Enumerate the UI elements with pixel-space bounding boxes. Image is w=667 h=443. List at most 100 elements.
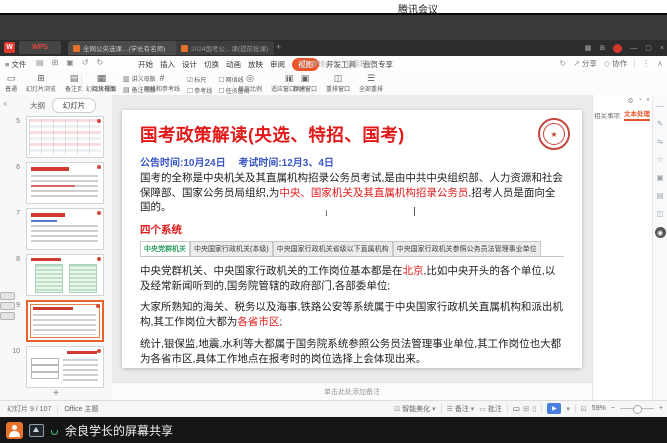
close-icon[interactable]: × — [660, 45, 664, 52]
strip-compare-icon[interactable]: ≒ — [657, 137, 663, 146]
zoom-slider[interactable] — [620, 408, 654, 409]
strip-columns-icon[interactable]: ◫ — [656, 209, 663, 218]
zoom-in-button[interactable]: + — [659, 405, 663, 412]
system-tab-1-selected[interactable]: 中央党群机关 — [140, 241, 190, 256]
strip-active-tool-icon[interactable]: ◉ — [655, 227, 666, 238]
slide-sorter-button[interactable]: ⊞幻灯片浏览 — [24, 72, 58, 94]
slide-paragraph-1: 中央党群机关、中央国家行政机关的工作岗位基本都是在北京,比如中央开头的各个单位,… — [140, 264, 564, 293]
menu-animation[interactable]: 动画 — [226, 59, 241, 70]
restore-icon[interactable]: ▢ — [645, 44, 652, 52]
comments-button[interactable]: ▭ 批注 — [479, 404, 502, 414]
task-pane-tab-text-selected[interactable]: 文本处理 — [624, 108, 650, 121]
file-menu-button[interactable]: ≡ 文件 — [5, 59, 26, 70]
minimize-icon[interactable]: — — [630, 45, 637, 52]
guides-checkbox[interactable]: ☐参考线 — [187, 86, 212, 95]
slide-meta-line: 公告时间:10月24日 考试时间:12月3、4日 — [140, 154, 564, 169]
zoom-out-button[interactable]: − — [611, 405, 615, 412]
panel-collapse-icon[interactable]: « — [3, 99, 7, 108]
menu-slideshow[interactable]: 放映 — [248, 59, 263, 70]
collab-button[interactable]: ◇ 协作 — [604, 58, 627, 69]
menu-transition[interactable]: 切换 — [204, 59, 219, 70]
document-tab-2[interactable]: 2024国考公…课(提前批课) — [176, 41, 274, 55]
ibeam-cursor: I — [325, 209, 328, 218]
wps-logo-icon[interactable]: W — [4, 42, 15, 53]
strip-collapse-icon[interactable]: — — [656, 101, 664, 110]
slide-thumbnail-6[interactable] — [26, 162, 104, 204]
reading-view-icon[interactable]: ▯ — [532, 404, 536, 413]
menu-insert[interactable]: 插入 — [160, 59, 175, 70]
strip-notes-icon[interactable]: ▤ — [656, 191, 663, 200]
chevron-down-icon[interactable]: ▾ — [566, 405, 570, 413]
task-pane — [592, 95, 653, 400]
menu-start[interactable]: 开始 — [138, 59, 153, 70]
text-run-highlight: 各省市区 — [237, 316, 279, 328]
menu-design[interactable]: 设计 — [182, 59, 197, 70]
layout-grid-icon[interactable]: ⊞ — [599, 44, 605, 52]
save-icon[interactable]: ▤ — [36, 58, 44, 67]
menu-review[interactable]: 审阅 — [270, 59, 285, 70]
thumbnail-row: 9 — [0, 300, 112, 344]
close-icon[interactable]: × — [646, 97, 650, 105]
thumbnail-row: 7 — [0, 208, 112, 252]
layout-split-icon[interactable]: ▦ — [585, 44, 592, 52]
print-icon[interactable]: ▣ — [66, 58, 74, 67]
ruler-checkbox[interactable]: ☑标尺 — [187, 75, 212, 84]
normal-view-icon: ▭ — [7, 73, 16, 83]
new-tab-button[interactable]: + — [276, 42, 281, 52]
system-tab-3[interactable]: 中央国家行政机关省级以下直属机构 — [273, 241, 393, 256]
share-button[interactable]: ↗ 分享 — [573, 58, 597, 69]
slide-thumbnail-7[interactable] — [26, 208, 104, 250]
document-tab-1[interactable]: 全网公央选课…(学长有名师) — [68, 41, 178, 55]
redo-icon[interactable]: ↻ — [97, 58, 104, 67]
zoom-slider-knob[interactable] — [633, 405, 642, 414]
theme-name[interactable]: Office 主题 — [64, 404, 98, 414]
slide-thumbnail-10[interactable] — [26, 346, 104, 388]
new-window-button[interactable]: ▣新建窗口 — [291, 72, 319, 94]
tab-slides[interactable]: 幻灯片 — [52, 98, 96, 113]
notes-button[interactable]: ☰ 备注 ▾ — [447, 404, 475, 414]
command-search[interactable]: 查找命令、搜索模板 — [300, 59, 374, 69]
beautify-button[interactable]: ⊡ 智能美化 ▾ — [394, 404, 435, 414]
zoom-value[interactable]: 59% — [592, 405, 606, 412]
slide-canvas[interactable]: 国考政策解读(央选、特招、国考) ★ 公告时间:10月24日 考试时间:12月3… — [122, 110, 582, 368]
system-tab-2[interactable]: 中央国家行政机关(本级) — [190, 241, 273, 256]
add-slide-button[interactable]: + — [0, 388, 112, 399]
tab-outline[interactable]: 大纲 — [30, 100, 45, 111]
zoom-button[interactable]: ◎显示比例 — [236, 72, 264, 94]
cloud-sync-icon[interactable]: ↻ — [559, 59, 566, 68]
slide-thumbnail-9-selected[interactable] — [26, 300, 104, 342]
user-avatar[interactable] — [613, 44, 622, 53]
export-icon[interactable]: ⊞ — [52, 58, 59, 67]
thumbnail-art — [31, 365, 59, 372]
task-pane-tab-related[interactable]: 相关事项 — [594, 110, 620, 120]
gear-icon[interactable]: ⚙ — [627, 97, 633, 105]
system-tab-4[interactable]: 中央国家行政机关参照公务员法管理事业单位 — [393, 241, 541, 256]
wps-home-button[interactable]: WPS — [19, 41, 61, 54]
bell-icon[interactable]: ◔ — [638, 97, 642, 105]
fit-slide-icon[interactable]: ⊡ — [581, 405, 587, 413]
grid-guides-button[interactable]: #网格和参考线 — [142, 72, 182, 94]
arrange-window-button[interactable]: ◫重排窗口 — [324, 72, 352, 94]
slide-master-button[interactable]: ▦幻灯片母版 — [84, 72, 118, 94]
normal-view-icon[interactable]: ▭ — [513, 404, 520, 413]
collapse-ribbon-icon[interactable]: ∧ — [657, 59, 663, 68]
divider — [634, 59, 635, 68]
checkbox-icon: ☐ — [218, 76, 224, 84]
arrange-all-button[interactable]: ☰全部重排 — [357, 72, 385, 94]
undo-icon[interactable]: ↺ — [82, 58, 89, 67]
strip-window-icon[interactable]: ▣ — [656, 173, 663, 182]
arrange-window-icon: ◫ — [334, 73, 343, 83]
sorter-view-icon[interactable]: ⊞ — [523, 404, 529, 413]
normal-view-button[interactable]: ▭普通 — [3, 72, 19, 94]
notes-pane[interactable]: 单击此处添加备注 — [112, 382, 592, 401]
strip-edit-icon[interactable]: ✎ — [657, 119, 663, 128]
notes-icon: ☰ — [447, 406, 453, 413]
thumbnail-art — [31, 167, 69, 171]
more-icon[interactable]: ⋮ — [642, 59, 650, 68]
strip-star-icon[interactable]: ☆ — [657, 155, 664, 164]
slide-thumbnail-8[interactable] — [26, 254, 104, 296]
slide-thumbnail-5[interactable] — [26, 116, 104, 158]
notes-label: 备注 — [455, 406, 469, 413]
floating-widget[interactable] — [0, 292, 15, 320]
play-slideshow-button[interactable]: ▶ — [547, 403, 561, 414]
